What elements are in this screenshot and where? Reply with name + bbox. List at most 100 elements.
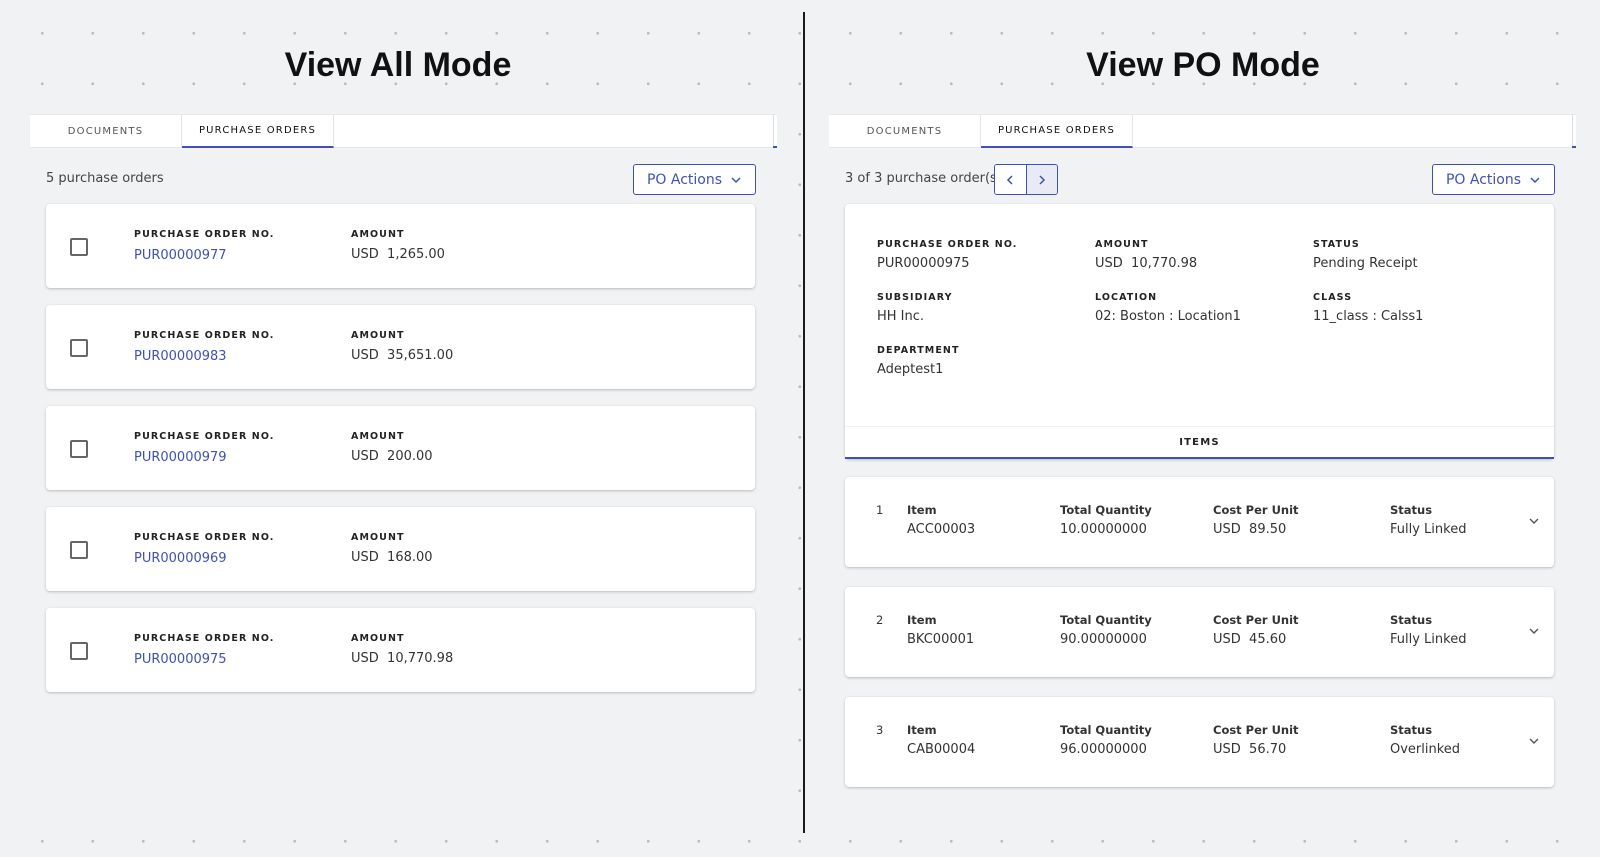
tab-bar: DOCUMENTS PURCHASE ORDERS xyxy=(30,115,777,148)
po-number-link[interactable]: PUR00000983 xyxy=(134,349,227,364)
item-card: 3 Item CAB00004 Total Quantity 96.000000… xyxy=(845,697,1554,787)
po-number-label: PURCHASE ORDER NO. xyxy=(134,431,275,442)
cost-per-unit-value: USD 56.70 xyxy=(1213,742,1287,757)
po-actions-button[interactable]: PO Actions xyxy=(633,164,756,195)
tab-documents[interactable]: DOCUMENTS xyxy=(829,115,981,148)
tab-bar-underline xyxy=(773,146,777,148)
total-quantity-value: 96.00000000 xyxy=(1060,742,1147,757)
po-number-link[interactable]: PUR00000979 xyxy=(134,450,227,465)
item-value: ACC00003 xyxy=(907,522,976,537)
item-label: Item xyxy=(907,723,937,737)
center-divider xyxy=(803,12,805,833)
cost-per-unit-label: Cost Per Unit xyxy=(1213,723,1299,737)
item-index: 3 xyxy=(876,723,884,737)
amount: 35,651.00 xyxy=(387,348,454,363)
amount-value: USD 1,265.00 xyxy=(351,247,445,262)
po-number-label: PURCHASE ORDER NO. xyxy=(134,330,275,341)
po-select-checkbox[interactable] xyxy=(70,642,88,660)
status-label: STATUS xyxy=(1313,239,1360,250)
po-select-checkbox[interactable] xyxy=(70,541,88,559)
chevron-down-icon xyxy=(731,176,741,183)
item-label: Item xyxy=(907,503,937,517)
item-value: CAB00004 xyxy=(907,742,976,757)
chevron-down-icon[interactable] xyxy=(1528,625,1540,637)
total-quantity-value: 90.00000000 xyxy=(1060,632,1147,647)
chevron-right-icon xyxy=(1039,174,1045,185)
amount-label: AMOUNT xyxy=(351,330,405,341)
po-number-label: PURCHASE ORDER NO. xyxy=(134,229,275,240)
po-number-label: PURCHASE ORDER NO. xyxy=(877,239,1018,250)
view-all-panel: DOCUMENTS PURCHASE ORDERS 5 purchase ord… xyxy=(30,108,780,798)
chevron-down-icon xyxy=(1530,176,1540,183)
next-po-button[interactable] xyxy=(1025,165,1057,194)
total-quantity-label: Total Quantity xyxy=(1060,613,1152,627)
po-number-label: PURCHASE ORDER NO. xyxy=(134,532,275,543)
item-value: BKC00001 xyxy=(907,632,975,647)
po-select-checkbox[interactable] xyxy=(70,339,88,357)
view-po-panel: DOCUMENTS PURCHASE ORDERS 3 of 3 purchas… xyxy=(829,108,1579,798)
po-number-value: PUR00000975 xyxy=(877,256,970,271)
item-label: Item xyxy=(907,613,937,627)
item-index: 1 xyxy=(876,503,884,517)
tab-bar-end xyxy=(773,115,777,148)
right-mode-title: View PO Mode xyxy=(1086,46,1320,84)
chevron-down-icon[interactable] xyxy=(1528,515,1540,527)
po-number-label: PURCHASE ORDER NO. xyxy=(134,633,275,644)
amount: 10,770.98 xyxy=(387,651,454,666)
po-select-checkbox[interactable] xyxy=(70,238,88,256)
amount-value: USD 10,770.98 xyxy=(1095,256,1198,271)
total-quantity-label: Total Quantity xyxy=(1060,503,1152,517)
amount-label: AMOUNT xyxy=(351,229,405,240)
item-card: 2 Item BKC00001 Total Quantity 90.000000… xyxy=(845,587,1554,677)
po-number-link[interactable]: PUR00000975 xyxy=(134,652,227,667)
chevron-down-icon[interactable] xyxy=(1528,735,1540,747)
po-actions-label: PO Actions xyxy=(646,171,723,188)
amount: 200.00 xyxy=(387,449,433,464)
tab-bar: DOCUMENTS PURCHASE ORDERS xyxy=(829,115,1576,148)
total-quantity-value: 10.00000000 xyxy=(1060,522,1147,537)
currency: USD xyxy=(351,348,379,363)
po-count: 5 purchase orders xyxy=(46,171,164,186)
chevron-left-icon xyxy=(1007,174,1013,185)
po-card: PURCHASE ORDER NO. PUR00000983 AMOUNT US… xyxy=(46,305,755,389)
tab-bar-end xyxy=(1572,115,1576,148)
item-status-label: Status xyxy=(1390,503,1433,517)
item-index: 2 xyxy=(876,613,884,627)
item-status-label: Status xyxy=(1390,723,1433,737)
item-status-value: Fully Linked xyxy=(1390,522,1467,537)
amount: 1,265.00 xyxy=(387,247,445,262)
item-card: 1 Item ACC00003 Total Quantity 10.000000… xyxy=(845,477,1554,567)
po-card: PURCHASE ORDER NO. PUR00000979 AMOUNT US… xyxy=(46,406,755,490)
po-number-link[interactable]: PUR00000969 xyxy=(134,551,227,566)
po-number-link[interactable]: PUR00000977 xyxy=(134,248,227,263)
amount: 168.00 xyxy=(387,550,433,565)
amount-label: AMOUNT xyxy=(351,633,405,644)
tab-bar-underline xyxy=(1572,146,1576,148)
department-label: DEPARTMENT xyxy=(877,345,960,356)
subsidiary-label: SUBSIDIARY xyxy=(877,292,953,303)
item-status-label: Status xyxy=(1390,613,1433,627)
left-mode-title: View All Mode xyxy=(284,46,512,84)
tab-purchase-orders[interactable]: PURCHASE ORDERS xyxy=(981,115,1133,148)
tab-purchase-orders[interactable]: PURCHASE ORDERS xyxy=(182,115,334,148)
item-status-value: Fully Linked xyxy=(1390,632,1467,647)
po-card: PURCHASE ORDER NO. PUR00000975 AMOUNT US… xyxy=(46,608,755,692)
department-value: Adeptest1 xyxy=(877,362,944,377)
currency: USD xyxy=(351,449,379,464)
location-value: 02: Boston : Location1 xyxy=(1095,309,1241,324)
tab-items[interactable]: ITEMS xyxy=(845,426,1554,459)
amount-value: USD 35,651.00 xyxy=(351,348,453,363)
status-value: Pending Receipt xyxy=(1313,256,1418,271)
previous-po-button[interactable] xyxy=(995,165,1026,194)
po-select-checkbox[interactable] xyxy=(70,440,88,458)
po-pager xyxy=(994,164,1058,195)
amount-label: AMOUNT xyxy=(1095,239,1149,250)
item-status-value: Overlinked xyxy=(1390,742,1461,757)
amount-label: AMOUNT xyxy=(351,431,405,442)
cost-per-unit-label: Cost Per Unit xyxy=(1213,613,1299,627)
po-actions-button[interactable]: PO Actions xyxy=(1432,164,1555,195)
tab-documents[interactable]: DOCUMENTS xyxy=(30,115,182,148)
cost-per-unit-value: USD 45.60 xyxy=(1213,632,1287,647)
po-card: PURCHASE ORDER NO. PUR00000977 AMOUNT US… xyxy=(46,204,755,288)
currency: USD xyxy=(351,651,379,666)
